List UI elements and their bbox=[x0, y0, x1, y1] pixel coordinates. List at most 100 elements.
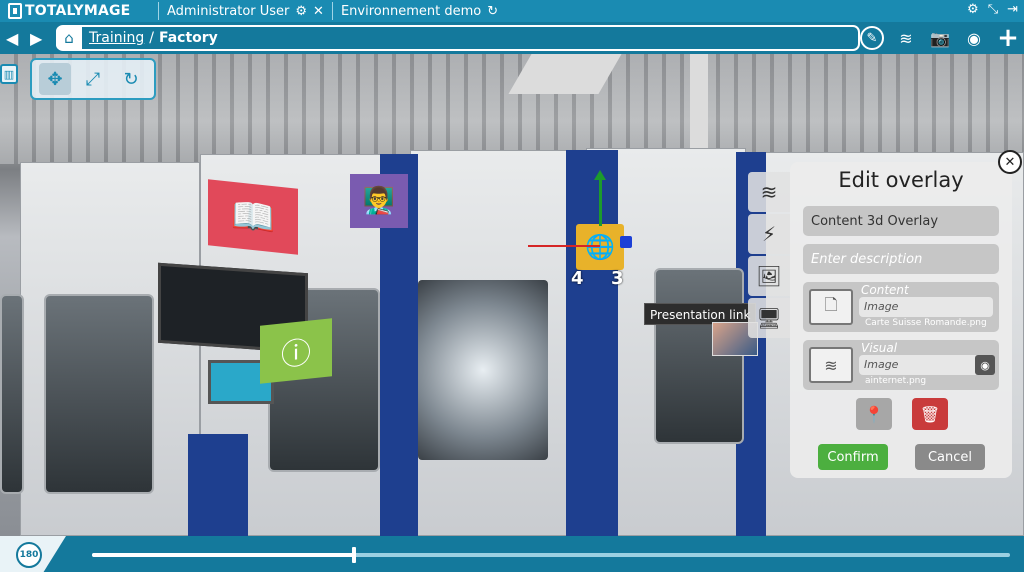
book-icon: 📖 bbox=[230, 194, 276, 241]
overlay-type-tabs: ≋ ⚡ 🖼 🖥 bbox=[748, 172, 790, 340]
edit-overlay-panel: Edit overlay Content 3d Overlay Enter de… bbox=[790, 162, 1012, 478]
location-pin-icon: 📍 bbox=[864, 404, 884, 424]
timeline-bar: 180 bbox=[0, 536, 1024, 572]
trash-icon: 🗑 bbox=[919, 404, 941, 424]
rotate-tool-button[interactable]: ↻ bbox=[115, 63, 147, 95]
visual-type-select[interactable]: Image bbox=[859, 355, 993, 375]
environment-section: Environnement demo ↻ bbox=[341, 4, 498, 19]
forward-arrow-icon[interactable]: ▶ bbox=[30, 29, 42, 48]
tab-image[interactable]: 🖼 bbox=[748, 256, 790, 296]
app-logo: TOTALYMAGE bbox=[0, 3, 150, 19]
edit-icon[interactable]: ✎ bbox=[860, 26, 884, 50]
content-folder-icon[interactable]: 🗋 bbox=[809, 289, 853, 325]
overlay-name-field[interactable]: Content 3d Overlay bbox=[803, 206, 999, 236]
timeline-thumb[interactable] bbox=[351, 547, 356, 563]
transform-toolbar: ✥ ⤢ ↻ bbox=[30, 58, 156, 100]
sidebar-icon: ▥ bbox=[3, 67, 15, 81]
gizmo-label-3: 3 bbox=[611, 268, 624, 289]
content-file-name: Carte Suisse Romande.png bbox=[865, 318, 987, 328]
divider bbox=[158, 2, 159, 20]
refresh-icon[interactable]: ↻ bbox=[487, 4, 498, 19]
gizmo-y-axis[interactable] bbox=[599, 176, 602, 226]
book-overlay[interactable]: 📖 bbox=[208, 179, 298, 255]
visual-label: Visual bbox=[861, 341, 898, 355]
settings-icon[interactable]: ⚙ bbox=[967, 2, 979, 17]
lightning-icon: ⚡ bbox=[761, 222, 777, 246]
timeline-track[interactable] bbox=[92, 547, 1010, 563]
machine-window bbox=[0, 294, 24, 494]
scale-icon: ⤢ bbox=[85, 68, 101, 90]
gizmo-y-arrow[interactable] bbox=[594, 170, 606, 180]
blue-pillar bbox=[188, 434, 248, 536]
visual-folder-icon[interactable]: ≋ bbox=[809, 347, 853, 383]
breadcrumb-training[interactable]: Training bbox=[89, 30, 144, 46]
logo-text: TOTALYMAGE bbox=[25, 3, 131, 19]
link-icon: 🌐 bbox=[585, 233, 615, 261]
user-logout-icon[interactable]: ✕ bbox=[313, 4, 324, 19]
visual-file-name: ainternet.png bbox=[865, 376, 927, 386]
preview-eye-icon[interactable]: ◉ bbox=[975, 355, 995, 375]
gizmo-z-handle[interactable] bbox=[620, 236, 632, 248]
back-arrow-icon[interactable]: ◀ bbox=[6, 29, 18, 48]
top-bar: TOTALYMAGE Administrator User ⚙ ✕ Enviro… bbox=[0, 0, 1024, 22]
tab-screen[interactable]: 🖥 bbox=[748, 298, 790, 338]
presentation-link-overlay[interactable]: 🌐 bbox=[576, 224, 624, 270]
delete-button[interactable]: 🗑 bbox=[912, 398, 948, 430]
close-icon: ✕ bbox=[1004, 154, 1016, 170]
divider bbox=[331, 2, 333, 20]
nav-bar: ◀ ▶ ⌂ Training / Factory ✎ ≋ 📷 ◉ + bbox=[0, 22, 1024, 54]
location-button[interactable]: 📍 bbox=[856, 398, 892, 430]
move-icon: ✥ bbox=[47, 68, 63, 90]
blue-pillar bbox=[566, 150, 618, 536]
degree-label: 180 bbox=[19, 550, 39, 560]
rotate-icon: ↻ bbox=[123, 68, 139, 90]
tab-layers[interactable]: ≋ bbox=[748, 172, 790, 212]
ceiling-beam bbox=[690, 54, 708, 154]
monitor-icon: 🖥 bbox=[756, 306, 782, 330]
close-panel-button[interactable]: ✕ bbox=[998, 150, 1022, 174]
camera-icon[interactable]: 📷 bbox=[928, 26, 952, 50]
environment-name: Environnement demo bbox=[340, 3, 482, 19]
nav-actions: ✎ ≋ 📷 ◉ + bbox=[860, 23, 1020, 53]
content-file-block: 🗋 Content Image Carte Suisse Romande.png bbox=[803, 282, 999, 332]
content-type-select[interactable]: Image bbox=[859, 297, 993, 317]
add-icon[interactable]: + bbox=[996, 23, 1020, 53]
machine-window bbox=[654, 268, 744, 444]
timeline-progress bbox=[92, 553, 354, 557]
logout-icon[interactable]: ⇥ bbox=[1007, 2, 1018, 17]
user-section: Administrator User ⚙ ✕ bbox=[167, 4, 324, 19]
move-tool-button[interactable]: ✥ bbox=[39, 63, 71, 95]
view-180-button[interactable]: 180 bbox=[16, 542, 42, 568]
layers-icon: ≋ bbox=[760, 180, 778, 204]
window-controls: ⚙ ⤡ ⇥ bbox=[967, 2, 1018, 17]
gizmo-x-axis[interactable] bbox=[528, 245, 600, 247]
content-label: Content bbox=[861, 283, 909, 297]
breadcrumb: ⌂ Training / Factory bbox=[56, 25, 860, 51]
image-icon: 🖼 bbox=[756, 264, 782, 288]
machine-window bbox=[418, 280, 548, 460]
cancel-button[interactable]: Cancel bbox=[915, 444, 985, 470]
presenter-icon: 👨‍🏫 bbox=[362, 186, 396, 216]
tab-action[interactable]: ⚡ bbox=[748, 214, 790, 254]
panel-title: Edit overlay bbox=[838, 168, 964, 192]
info-overlay[interactable]: ⓘ bbox=[260, 318, 332, 384]
breadcrumb-separator: / bbox=[149, 30, 154, 46]
presentation-overlay[interactable]: 👨‍🏫 bbox=[350, 174, 408, 228]
logo-icon bbox=[8, 3, 22, 19]
visual-file-block: ≋ Visual Image ◉ ainternet.png bbox=[803, 340, 999, 390]
layers-icon[interactable]: ≋ bbox=[894, 26, 918, 50]
gizmo-label-4: 4 bbox=[571, 268, 584, 289]
confirm-button[interactable]: Confirm bbox=[818, 444, 888, 470]
home-icon: ⌂ bbox=[64, 29, 74, 47]
machine-window bbox=[44, 294, 154, 494]
info-icon: ⓘ bbox=[281, 335, 311, 374]
scale-tool-button[interactable]: ⤢ bbox=[77, 63, 109, 95]
collapse-icon[interactable]: ⤡ bbox=[988, 2, 998, 17]
user-name: Administrator User bbox=[167, 3, 290, 19]
sidebar-toggle-button[interactable]: ▥ bbox=[0, 64, 18, 84]
breadcrumb-factory: Factory bbox=[158, 30, 218, 46]
panorama-camera-icon[interactable]: ◉ bbox=[962, 26, 986, 50]
description-field[interactable]: Enter description bbox=[803, 244, 999, 274]
user-settings-icon[interactable]: ⚙ bbox=[295, 4, 307, 19]
home-button[interactable]: ⌂ bbox=[56, 26, 82, 50]
